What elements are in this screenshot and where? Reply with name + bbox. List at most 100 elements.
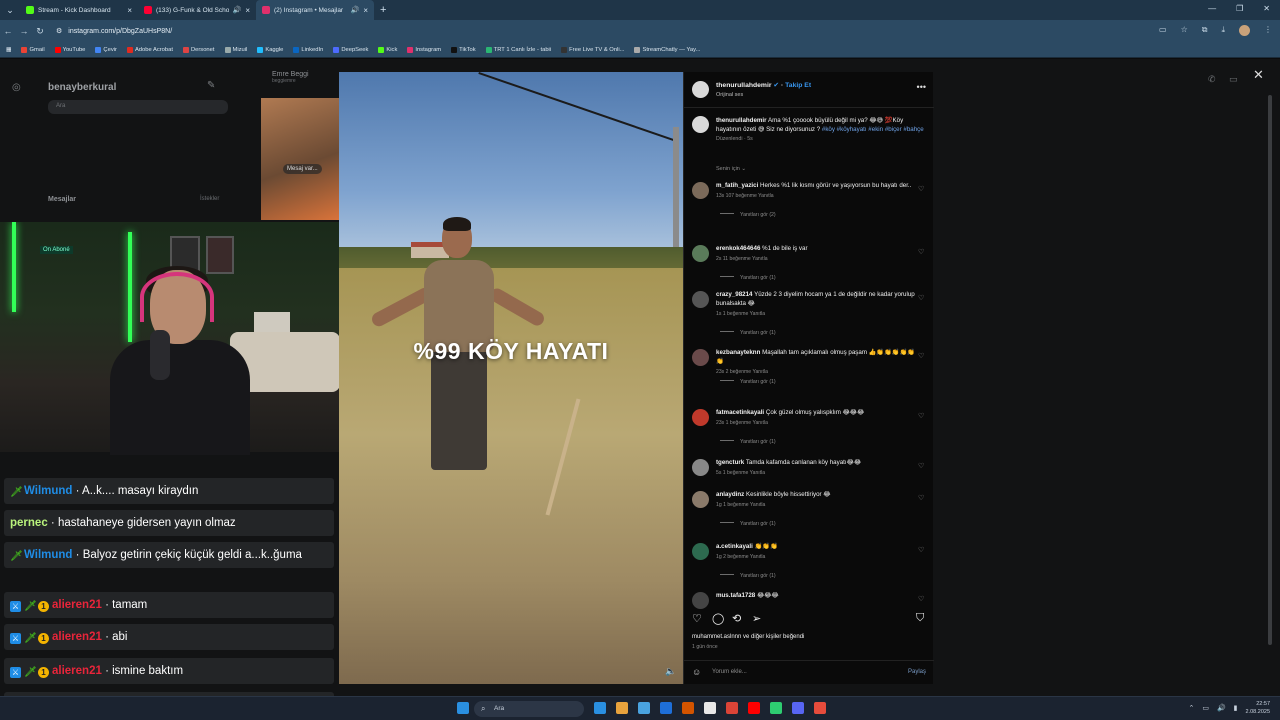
requests-link[interactable]: İstekler (200, 196, 219, 202)
discord-icon[interactable] (792, 702, 804, 714)
extensions-icon[interactable]: ⧉ (1202, 25, 1208, 36)
bookmark-item[interactable]: TikTok (451, 46, 476, 53)
view-replies-link[interactable]: Yanıtları gör (1) (720, 379, 776, 385)
volume-icon[interactable]: 🔈 (665, 666, 676, 677)
bookmark-item[interactable]: TRT 1 Canlı İzle - tabii (485, 46, 551, 53)
tray-chevron-icon[interactable]: ⌃ (1188, 704, 1194, 712)
emoji-icon[interactable]: ☺ (692, 667, 701, 677)
comment-like-icon[interactable]: ♡ (918, 294, 924, 302)
speaker-icon[interactable]: 🔊 (351, 6, 360, 14)
bookmark-item[interactable]: Kaggle (257, 46, 283, 53)
follow-button[interactable]: Takip Et (785, 82, 811, 89)
close-tab-icon[interactable]: × (363, 6, 368, 15)
more-options-icon[interactable]: ••• (917, 82, 926, 92)
comment-input[interactable]: Yorum ekle... (712, 669, 747, 675)
speaker-icon[interactable]: 🔊 (233, 6, 242, 14)
comment-like-icon[interactable]: ♡ (918, 546, 924, 554)
whatsapp-icon[interactable] (770, 702, 782, 714)
commenter-avatar[interactable] (692, 592, 709, 609)
forward-button[interactable]: → (16, 26, 32, 36)
chat-header[interactable]: Emre Beggi beggiemre (272, 71, 309, 84)
app-icon[interactable] (704, 702, 716, 714)
view-replies-link[interactable]: Yanıtları gör (1) (720, 275, 776, 281)
chat-username[interactable]: Wilmund (24, 485, 72, 497)
tab-instagram[interactable]: (2) Instagram • Mesajlar 🔊 × (256, 0, 374, 20)
cast-icon[interactable]: ▭ (1159, 25, 1167, 36)
chat-username[interactable]: pernec (10, 517, 48, 529)
site-info-icon[interactable]: ⚙ (56, 27, 62, 35)
chat-username[interactable]: alieren21 (52, 665, 102, 677)
commenter-avatar[interactable] (692, 543, 709, 560)
instagram-logo-icon[interactable]: ◎ (12, 82, 21, 93)
tab-youtube[interactable]: (133) G-Funk & Old School 90s 🔊 × (138, 0, 256, 20)
comment-meta[interactable]: 13s 107 beğenme Yanıtla (716, 192, 916, 201)
commenter-avatar[interactable] (692, 491, 709, 508)
comment-meta[interactable]: 1g 1 beğenme Yanıtla (716, 501, 916, 510)
url-field[interactable]: ⚙ instagram.com/p/DbgZaUHsP8N/ (56, 27, 172, 36)
bookmark-item[interactable]: Mizuil (224, 46, 247, 53)
comment-like-icon[interactable]: ♡ (918, 462, 924, 470)
clock[interactable]: 22:57 2.08.2025 (1246, 700, 1270, 716)
view-replies-link[interactable]: Yanıtları gör (2) (720, 212, 776, 218)
back-button[interactable]: ← (0, 26, 16, 36)
bookmark-item[interactable]: StreamChatly — Yay... (634, 46, 700, 53)
chat-username[interactable]: alieren21 (52, 631, 102, 643)
chat-username[interactable]: Wilmund (24, 549, 72, 561)
commenter-avatar[interactable] (692, 182, 709, 199)
comment-username[interactable]: mus.tafa1728 (716, 592, 755, 599)
comment-username[interactable]: erenkok464646 (716, 245, 760, 252)
view-replies-link[interactable]: Yanıtları gör (1) (720, 521, 776, 527)
new-tab-button[interactable]: + (380, 4, 386, 16)
network-icon[interactable]: ▭ (1202, 704, 1209, 712)
bookmark-item[interactable]: Dersonet (182, 46, 215, 53)
bookmark-item[interactable]: Adobe Acrobat (126, 46, 173, 53)
tab-kick-dashboard[interactable]: Stream - Kick Dashboard × (20, 0, 138, 20)
folder-icon[interactable] (660, 702, 672, 714)
comment-meta[interactable]: 1g 2 beğenme Yanıtla (716, 553, 916, 562)
task-view-icon[interactable] (594, 702, 606, 714)
view-replies-link[interactable]: Yanıtları gör (1) (720, 439, 776, 445)
likes-summary[interactable]: muhammet.aslnnn ve diğer kişiler beğendi (692, 634, 804, 640)
commenter-avatar[interactable] (692, 349, 709, 366)
profile-avatar[interactable] (1239, 25, 1250, 36)
comment-username[interactable]: a.cetinkayali (716, 543, 753, 550)
close-window-button[interactable]: ✕ (1263, 4, 1270, 13)
chat-username[interactable]: alieren21 (52, 599, 102, 611)
hashtags[interactable]: #köy #köyhayatı #ekin #biçer #bahçe (822, 126, 924, 133)
view-replies-link[interactable]: Yanıtları gör (1) (720, 573, 776, 579)
comment-icon[interactable]: ◯ (712, 612, 724, 625)
comment-username[interactable]: m_fatih_yazici (716, 182, 758, 189)
menu-icon[interactable]: ⋮ (1264, 25, 1272, 36)
maximize-button[interactable]: ❐ (1236, 4, 1243, 13)
comment-meta[interactable]: 23s 2 beğenme Yanıtla (716, 368, 916, 377)
apps-grid-icon[interactable]: ▦ (6, 47, 11, 53)
edge-icon[interactable] (638, 702, 650, 714)
app-icon[interactable] (814, 702, 826, 714)
author-name[interactable]: thenurullahdemir (716, 82, 772, 89)
bookmark-item[interactable]: Instagram (407, 46, 441, 53)
reload-button[interactable]: ↻ (32, 26, 48, 37)
dm-search-input[interactable]: Ara (48, 100, 228, 114)
bookmark-item[interactable]: Kick (378, 46, 397, 53)
comment-like-icon[interactable]: ♡ (918, 352, 924, 360)
bookmark-item[interactable]: Free Live TV & Onli... (561, 46, 624, 53)
comment-like-icon[interactable]: ♡ (918, 412, 924, 420)
post-comment-button[interactable]: Paylaş (908, 669, 926, 675)
save-icon[interactable]: ⛉ (916, 612, 924, 625)
downloads-icon[interactable]: ⤓ (1221, 25, 1225, 36)
comment-username[interactable]: anlaydinz (716, 491, 744, 498)
author-avatar[interactable] (692, 81, 709, 98)
reel-video[interactable]: %99 KÖY HAYATI 🔈 (339, 72, 683, 684)
video-call-icon[interactable]: ▭ (1229, 74, 1238, 85)
comment-username[interactable]: tgencturk (716, 459, 744, 466)
comment-username[interactable]: crazy_98214 (716, 291, 752, 298)
comment-like-icon[interactable]: ♡ (918, 494, 924, 502)
bookmark-item[interactable]: LinkedIn (293, 46, 323, 53)
call-icon[interactable]: ✆ (1208, 74, 1216, 85)
battery-icon[interactable]: ▮ (1234, 704, 1238, 712)
tab-search-icon[interactable]: ⌄ (0, 5, 20, 16)
share-icon[interactable]: ➢ (752, 612, 761, 625)
compose-icon[interactable]: ✎ (207, 80, 215, 91)
comment-meta[interactable]: 5s 1 beğenme Yanıtla (716, 469, 916, 478)
youtube-app-icon[interactable] (748, 702, 760, 714)
